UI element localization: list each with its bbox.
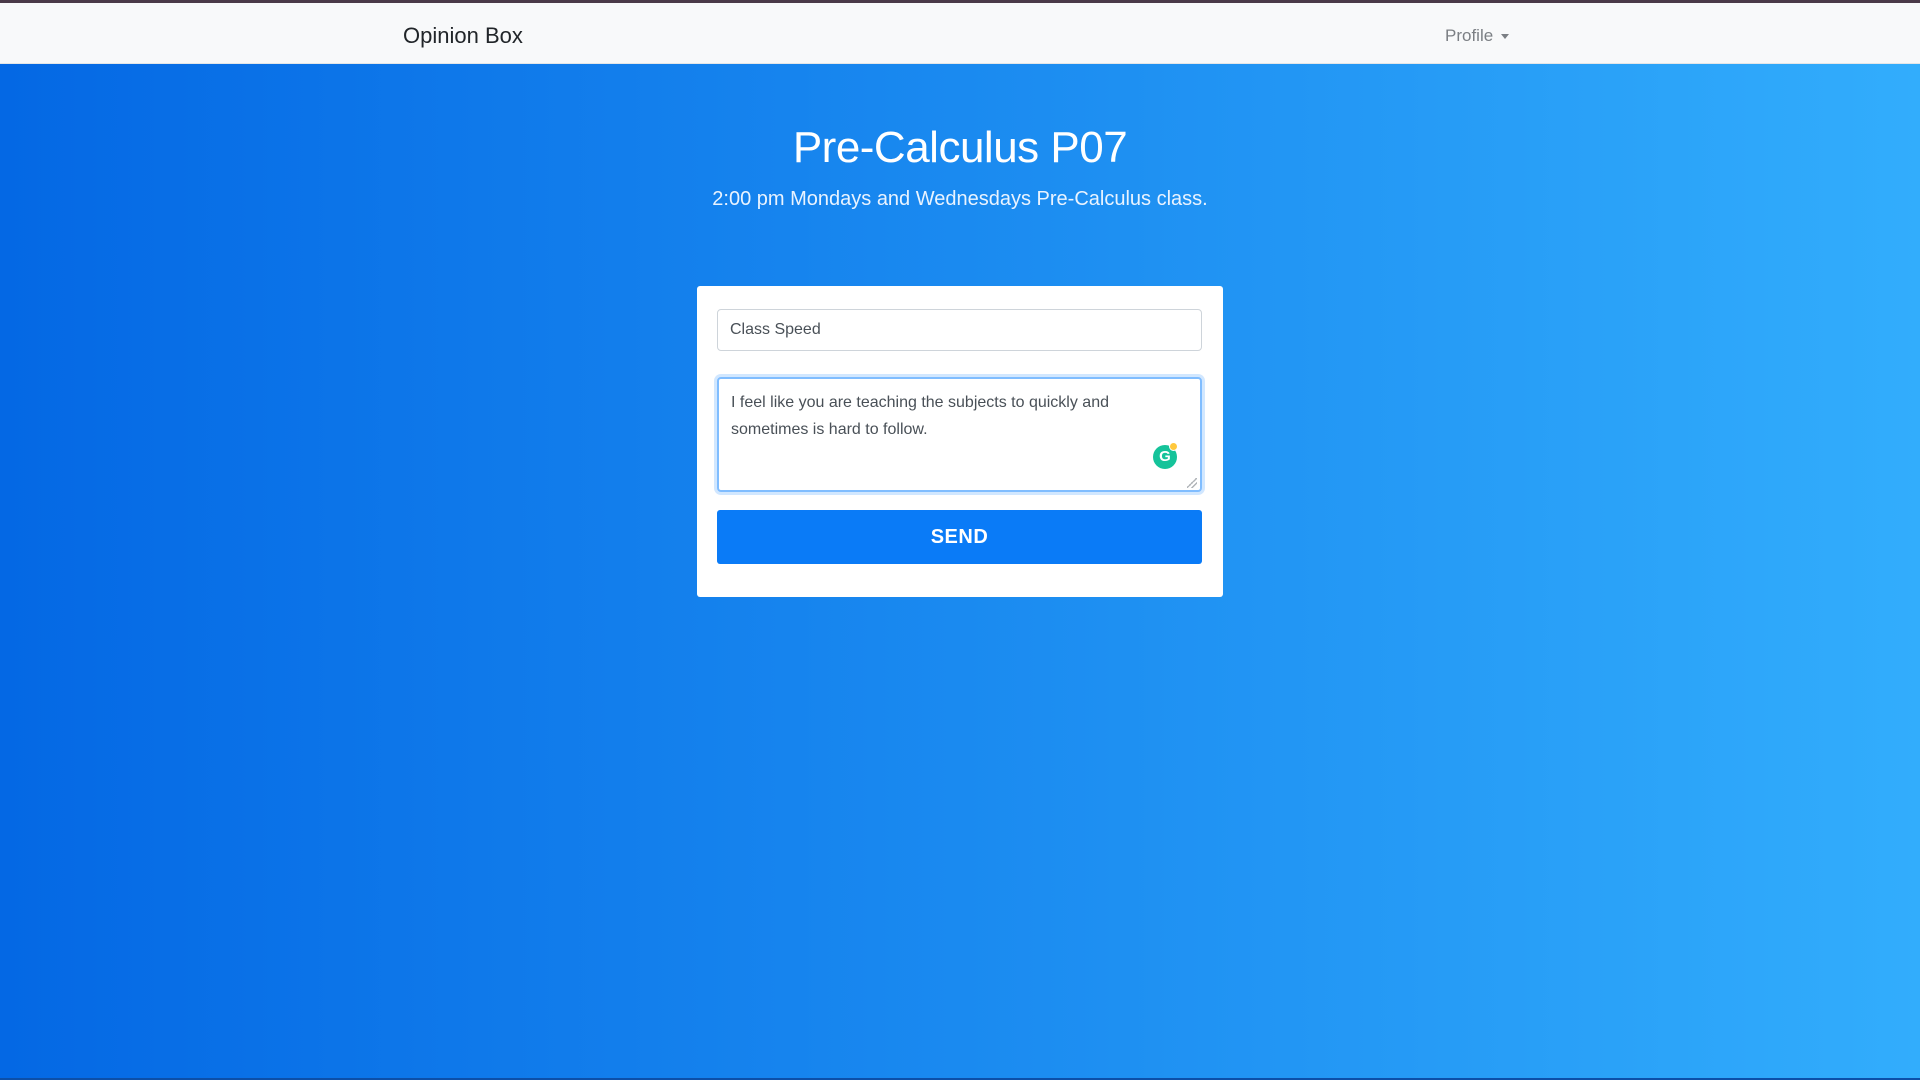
page-title: Pre-Calculus P07: [792, 123, 1128, 172]
profile-dropdown[interactable]: Profile: [1445, 25, 1510, 47]
navbar: Opinion Box Profile: [0, 3, 1920, 64]
profile-label: Profile: [1445, 26, 1494, 45]
grammarly-status-dot: [1169, 442, 1178, 451]
resize-handle-icon[interactable]: [1187, 478, 1197, 488]
page-subtitle: 2:00 pm Mondays and Wednesdays Pre-Calcu…: [712, 188, 1208, 210]
brand-link[interactable]: Opinion Box: [403, 23, 523, 49]
send-button[interactable]: SEND: [717, 510, 1202, 564]
opinion-form-card: I feel like you are teaching the subject…: [697, 286, 1223, 597]
subject-input[interactable]: [717, 309, 1202, 351]
caret-down-icon: [1501, 34, 1510, 39]
message-textarea[interactable]: I feel like you are teaching the subject…: [717, 377, 1202, 492]
